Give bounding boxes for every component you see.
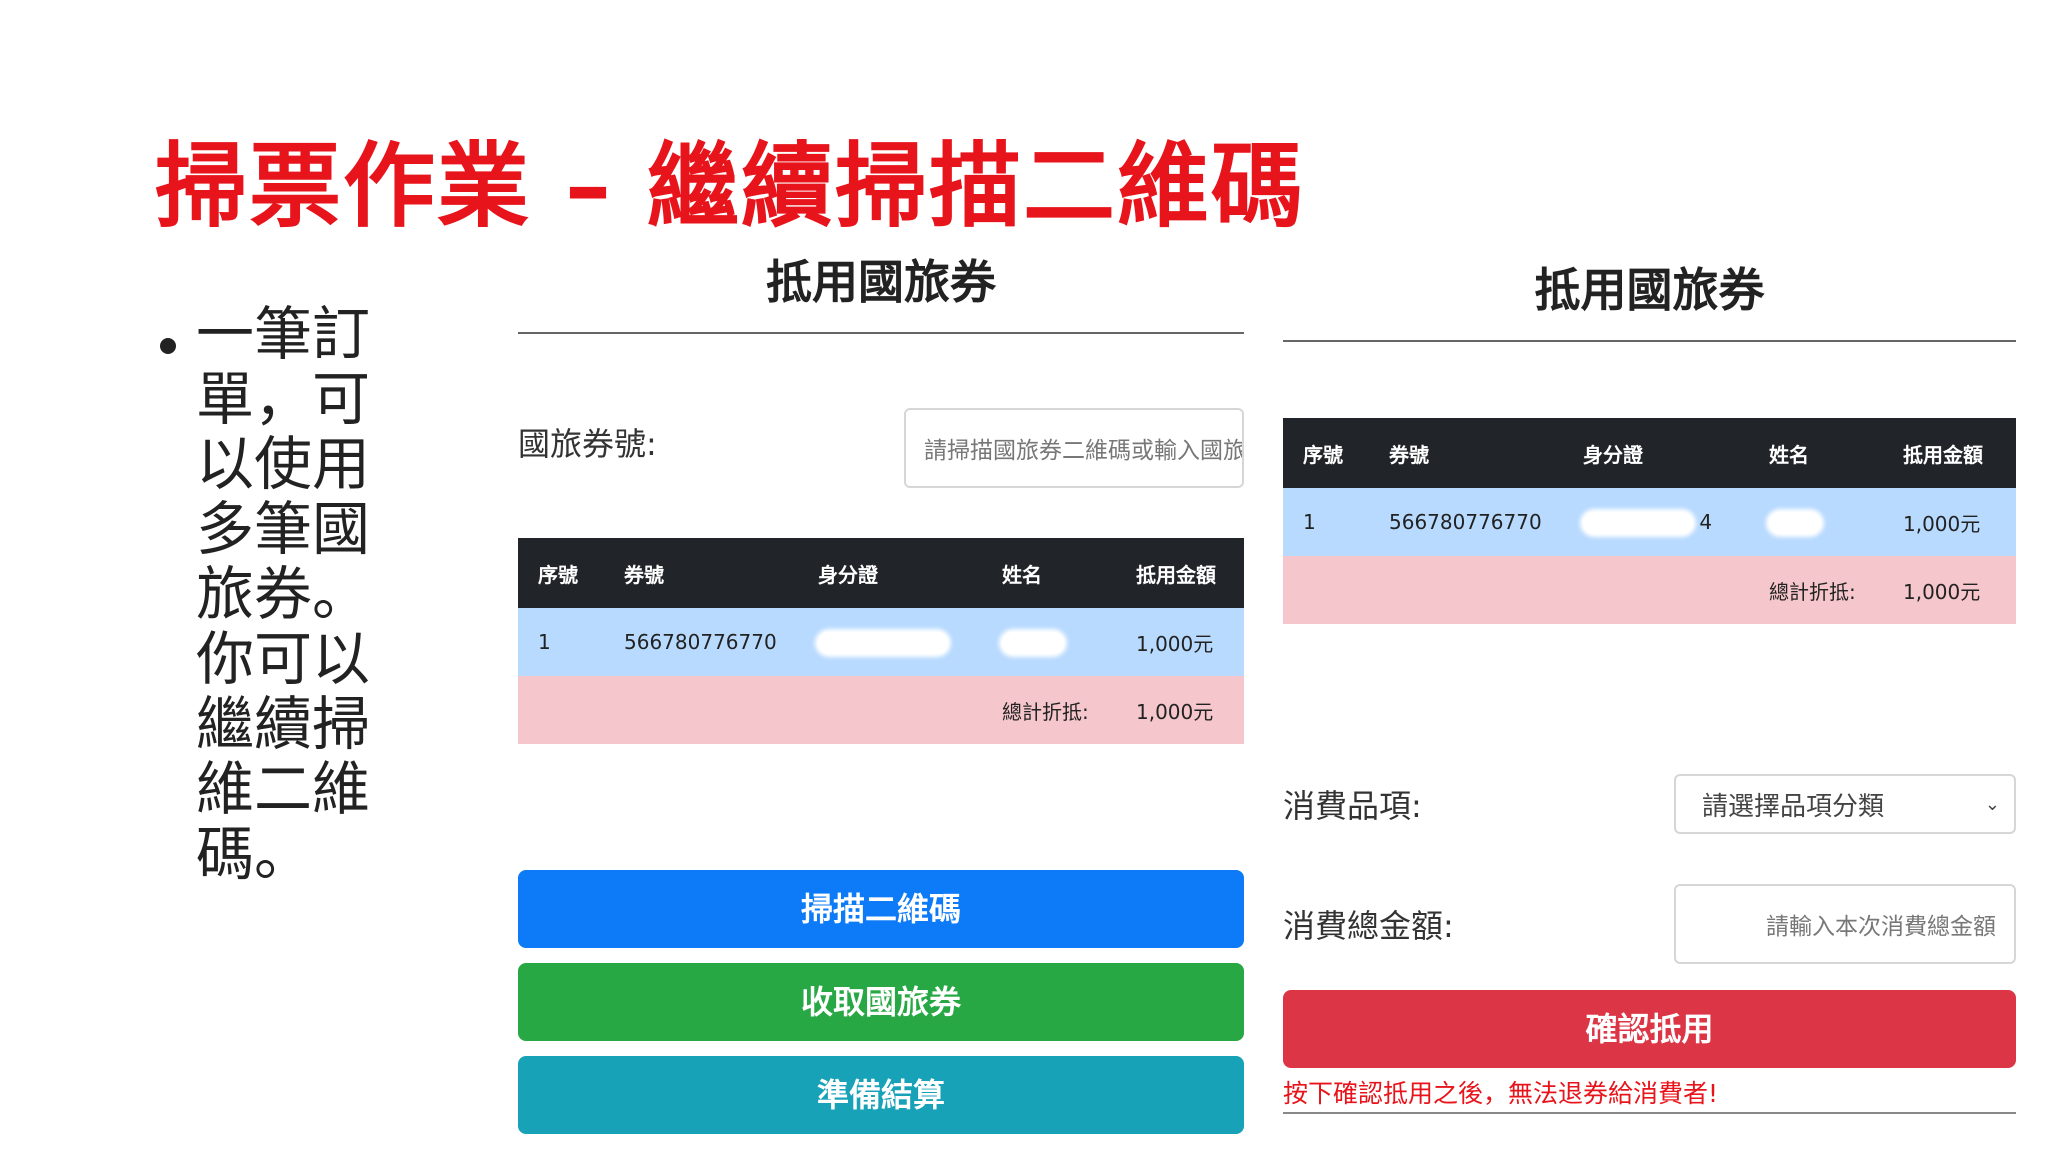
total-label: 總計折抵:	[1749, 556, 1883, 624]
redacted-id	[1583, 512, 1693, 535]
total-amount-label: 消費總金額:	[1283, 907, 1454, 945]
th-index: 序號	[1283, 418, 1369, 488]
th-index: 序號	[518, 538, 604, 608]
category-select[interactable]: 請選擇品項分類 ⌄	[1674, 774, 2016, 834]
left-voucher-panel: 抵用國旅券 國旅券號: 請掃描國旅券二維碼或輸入國旅 序號 券號 身分證 姓名 …	[518, 250, 1244, 1149]
table-header-row: 序號 券號 身分證 姓名 抵用金額	[1283, 418, 2016, 488]
total-row: 總計折抵: 1,000元	[518, 676, 1244, 744]
total-field-row: 消費總金額: 請輸入本次消費總金額	[1283, 884, 2016, 964]
category-select-value: 請選擇品項分類	[1702, 791, 1885, 822]
panel-heading: 抵用國旅券	[1283, 258, 2016, 342]
action-buttons: 掃描二維碼 收取國旅券 準備結算	[518, 870, 1244, 1134]
redacted-id	[818, 632, 948, 655]
cell-amount: 1,000元	[1116, 608, 1244, 676]
th-amount: 抵用金額	[1116, 538, 1244, 608]
voucher-input[interactable]: 請掃描國旅券二維碼或輸入國旅	[904, 408, 1244, 488]
th-id: 身分證	[798, 538, 982, 608]
total-label: 總計折抵:	[982, 676, 1116, 744]
table-header-row: 序號 券號 身分證 姓名 抵用金額	[518, 538, 1244, 608]
voucher-label: 國旅券號:	[518, 425, 657, 463]
warning-message: 按下確認抵用之後，無法退券給消費者!	[1283, 1074, 2016, 1114]
cell-code: 566780776770	[604, 608, 798, 676]
cell-id	[798, 608, 982, 676]
collect-voucher-button[interactable]: 收取國旅券	[518, 963, 1244, 1041]
cell-index: 1	[518, 608, 604, 676]
cell-code: 566780776770	[1369, 488, 1563, 556]
cell-id: 4	[1563, 488, 1749, 556]
voucher-table: 序號 券號 身分證 姓名 抵用金額 1 566780776770 1,000元 …	[518, 538, 1244, 744]
scan-qr-button[interactable]: 掃描二維碼	[518, 870, 1244, 948]
cell-name	[982, 608, 1116, 676]
table-row[interactable]: 1 566780776770 1,000元	[518, 608, 1244, 676]
cell-index: 1	[1283, 488, 1369, 556]
chevron-down-icon: ⌄	[1984, 793, 2000, 815]
voucher-table: 序號 券號 身分證 姓名 抵用金額 1 566780776770 4 1,000…	[1283, 418, 2016, 624]
total-row: 總計折抵: 1,000元	[1283, 556, 2016, 624]
total-amount-input[interactable]: 請輸入本次消費總金額	[1674, 884, 2016, 964]
bullet-text: 一筆訂單，可以使用多筆國旅券。你可以繼續掃維二維碼。	[196, 300, 371, 888]
slide-title: 掃票作業 – 繼續掃描二維碼	[155, 133, 1306, 240]
redacted-name	[1002, 632, 1064, 655]
th-code: 券號	[604, 538, 798, 608]
th-amount: 抵用金額	[1883, 418, 2016, 488]
table-row[interactable]: 1 566780776770 4 1,000元	[1283, 488, 2016, 556]
redacted-name	[1769, 512, 1821, 535]
th-id: 身分證	[1563, 418, 1749, 488]
right-voucher-panel: 抵用國旅券 序號 券號 身分證 姓名 抵用金額 1 566780776770 4…	[1283, 258, 2016, 1114]
cell-amount: 1,000元	[1883, 488, 2016, 556]
category-label: 消費品項:	[1283, 787, 1422, 825]
confirm-redeem-button[interactable]: 確認抵用	[1283, 990, 2016, 1068]
bullet-dot-icon	[160, 338, 176, 354]
th-code: 券號	[1369, 418, 1563, 488]
th-name: 姓名	[1749, 418, 1883, 488]
panel-heading: 抵用國旅券	[518, 250, 1244, 334]
th-name: 姓名	[982, 538, 1116, 608]
cell-name	[1749, 488, 1883, 556]
voucher-field-row: 國旅券號: 請掃描國旅券二維碼或輸入國旅	[518, 408, 1244, 488]
checkout-button[interactable]: 準備結算	[518, 1056, 1244, 1134]
total-amount: 1,000元	[1883, 556, 2016, 624]
total-amount: 1,000元	[1116, 676, 1244, 744]
category-field-row: 消費品項: 請選擇品項分類 ⌄	[1283, 774, 2016, 834]
id-tail: 4	[1699, 509, 1713, 534]
